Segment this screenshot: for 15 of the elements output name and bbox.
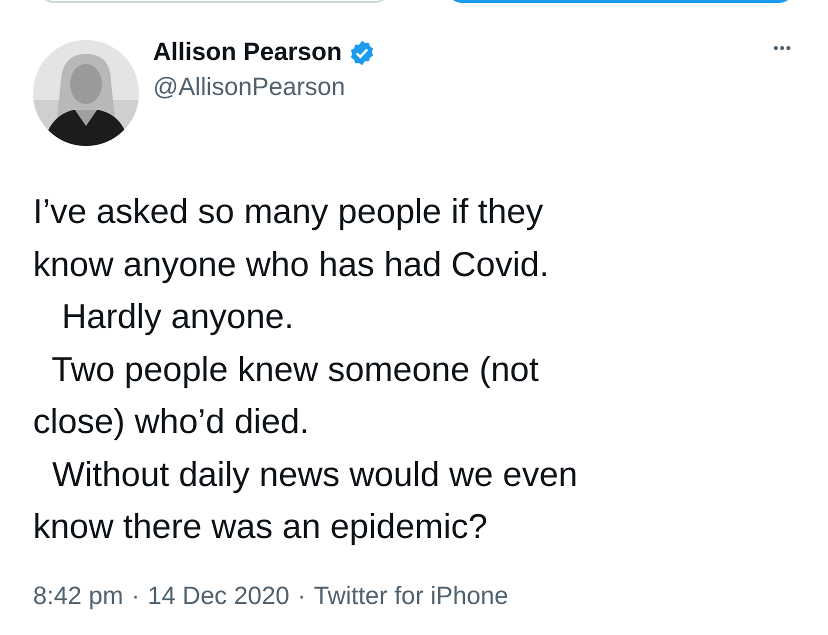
tweet-source[interactable]: Twitter for iPhone	[314, 582, 508, 610]
tweet-text-line: know there was an epidemic?	[33, 507, 488, 548]
separator-dot: ·	[297, 582, 306, 610]
tweet-text-line: know anyone who has had Covid.	[33, 244, 550, 286]
tweet-text-line: Two people knew someone (not	[50, 350, 540, 390]
author-name[interactable]: Allison Pearson	[153, 38, 342, 67]
author-handle[interactable]: @AllisonPearson	[153, 73, 774, 102]
tweet-time[interactable]: 8:42 pm	[33, 582, 124, 610]
separator-dot: ·	[131, 582, 140, 610]
tweet-text-line: I’ve asked so many people if they	[33, 192, 544, 233]
tweet-date[interactable]: 14 Dec 2020	[148, 582, 290, 610]
more-button[interactable]: •••	[773, 40, 792, 57]
tweet-text-line: Hardly anyone.	[60, 297, 295, 338]
tweet-text-line: close) who’d died.	[33, 402, 310, 443]
tweet-text-line: Without daily news would we even	[51, 454, 579, 496]
